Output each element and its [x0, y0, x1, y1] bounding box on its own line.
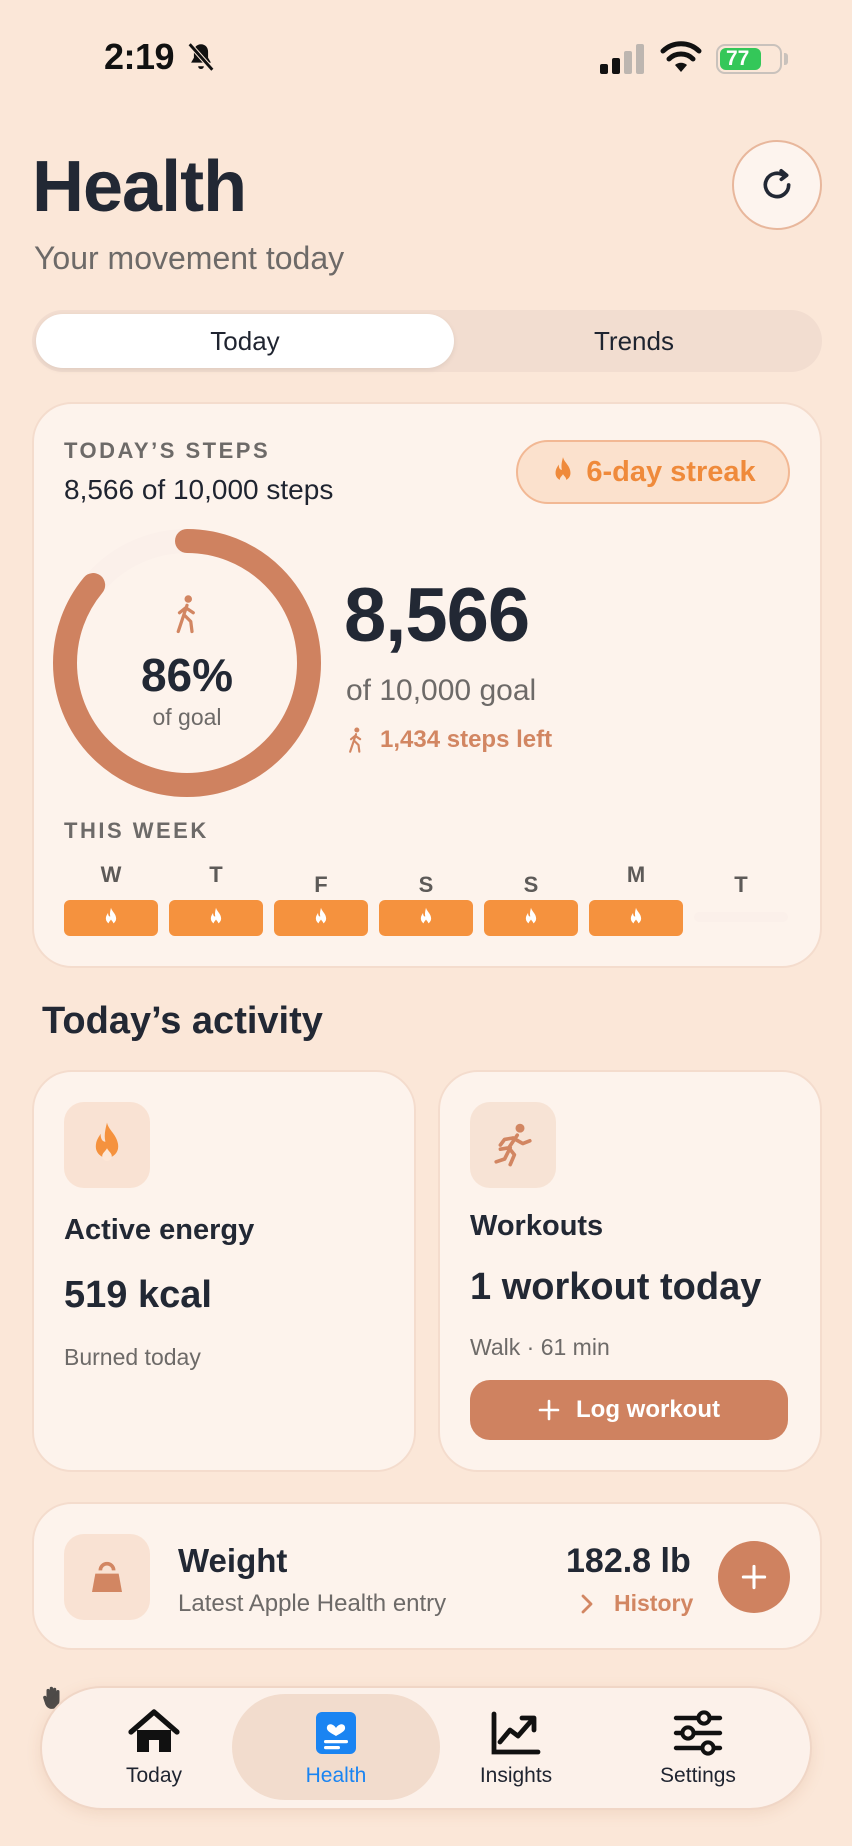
chevron-right-icon — [581, 1594, 593, 1613]
steps-eyebrow: TODAY’S STEPS — [64, 438, 271, 463]
weight-tile — [64, 1534, 150, 1620]
week-day-bar-complete — [64, 900, 158, 936]
bell-off-icon — [187, 42, 215, 72]
week-day-bar-complete — [484, 900, 578, 936]
active-energy-value: 519 kcal — [64, 1274, 212, 1316]
week-day-bar-complete — [274, 900, 368, 936]
home-icon — [128, 1709, 180, 1752]
active-energy-title: Active energy — [64, 1214, 255, 1246]
tab-today-label: Today — [125, 1764, 183, 1787]
weight-caption: Latest Apple Health entry — [178, 1590, 447, 1617]
week-day-bar-complete — [589, 900, 683, 936]
streak-badge: 6-day streak — [516, 440, 790, 504]
battery-tip — [784, 53, 788, 65]
log-workout-label: Log workout — [576, 1396, 720, 1423]
workouts-caption: Walk · 61 min — [470, 1334, 610, 1360]
plus-icon — [741, 1564, 767, 1590]
steps-summary: 8,566 of 10,000 steps — [64, 474, 334, 505]
status-time: 2:19 — [104, 36, 175, 77]
refresh-icon — [763, 169, 791, 199]
flame-icon — [630, 907, 642, 926]
log-workout-button[interactable]: Log workout — [470, 1380, 788, 1440]
flame-icon — [525, 907, 537, 926]
flame-icon — [105, 907, 117, 926]
battery-level: 77 — [720, 48, 761, 70]
plus-icon — [538, 1399, 560, 1421]
tab-health[interactable]: Health — [256, 1702, 416, 1796]
week-day-letter: F — [314, 872, 328, 897]
flame-icon — [95, 1122, 119, 1161]
tab-health-label: Health — [305, 1764, 367, 1787]
goal-percentage-caption: of goal — [152, 704, 222, 730]
step-goal: of 10,000 goal — [346, 674, 537, 707]
workouts-value: 1 workout today — [470, 1266, 762, 1308]
wifi-icon — [660, 41, 702, 72]
week-day-letter: W — [100, 862, 122, 887]
cellular-signal-icon — [600, 44, 644, 74]
weight-value: 182.8 lb — [566, 1542, 691, 1580]
chart-up-icon — [491, 1711, 541, 1755]
health-record-icon — [316, 1712, 356, 1754]
kettlebell-icon — [92, 1561, 122, 1592]
battery-indicator: 77 — [716, 44, 782, 74]
steps-left: 1,434 steps left — [346, 726, 552, 754]
flame-icon — [420, 907, 432, 926]
page-subtitle: Your movement today — [34, 240, 345, 276]
tab-insights[interactable]: Insights — [436, 1702, 596, 1796]
weight-card[interactable] — [32, 1502, 822, 1650]
refresh-button[interactable] — [732, 140, 822, 230]
weight-title: Weight — [178, 1542, 288, 1579]
week-day-letter: S — [523, 872, 539, 897]
week-label: THIS WEEK — [64, 818, 209, 843]
page-title: Health — [32, 147, 247, 227]
streak-text: 6-day streak — [586, 455, 756, 488]
weight-history-link[interactable]: History — [580, 1590, 693, 1617]
weight-history-label: History — [614, 1590, 694, 1616]
flame-icon — [315, 907, 327, 926]
tab-settings-label: Settings — [660, 1764, 736, 1787]
active-energy-caption: Burned today — [64, 1344, 201, 1370]
running-icon — [494, 1123, 532, 1167]
flame-icon — [555, 457, 571, 483]
goal-percentage: 86% — [140, 649, 234, 701]
week-day-bar-empty — [694, 912, 788, 922]
walking-icon — [176, 595, 195, 634]
walking-icon-small — [349, 727, 362, 753]
tab-trends-segment[interactable]: Trends — [450, 314, 818, 368]
tab-settings[interactable]: Settings — [618, 1702, 778, 1796]
workouts-title: Workouts — [470, 1210, 604, 1242]
steps-left-text: 1,434 steps left — [380, 726, 553, 753]
step-count: 8,566 — [344, 573, 530, 658]
week-day-letter: S — [418, 872, 434, 897]
week-day-letter: M — [626, 862, 646, 887]
week-day-letter: T — [209, 862, 223, 887]
segmented-control: Today Trends — [32, 310, 822, 372]
tab-today[interactable]: Today — [74, 1702, 234, 1796]
tab-today-segment[interactable]: Today — [36, 314, 454, 368]
active-energy-tile — [64, 1102, 150, 1188]
add-weight-button[interactable] — [718, 1541, 790, 1613]
workouts-tile — [470, 1102, 556, 1188]
tab-insights-label: Insights — [479, 1764, 553, 1787]
week-day-bar-complete — [379, 900, 473, 936]
week-day-bar-complete — [169, 900, 263, 936]
flame-icon — [210, 907, 222, 926]
week-day-letter: T — [734, 872, 748, 897]
activity-section-title: Today’s activity — [42, 1000, 323, 1042]
sliders-icon — [673, 1710, 723, 1756]
